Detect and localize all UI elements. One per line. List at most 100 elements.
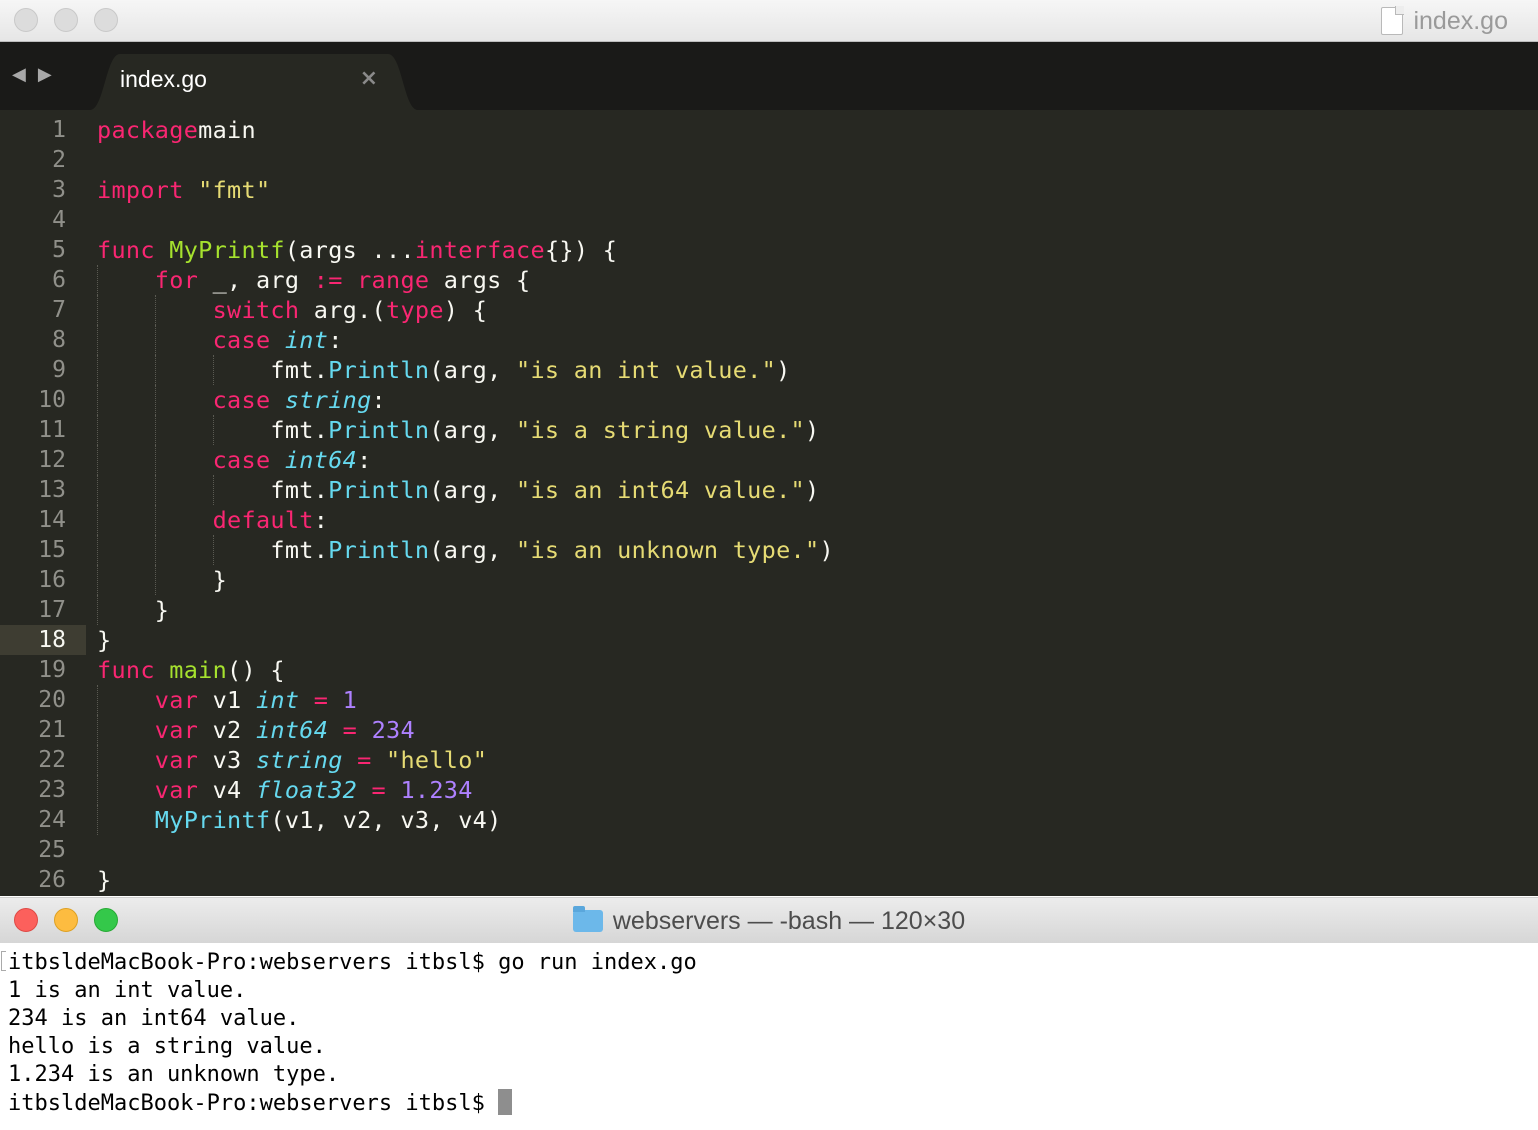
indent-guide — [97, 745, 98, 775]
code-token: (v1, v2, v3, v4) — [270, 806, 502, 834]
code-token: main — [198, 116, 256, 144]
indent-guide — [154, 445, 156, 475]
line-number[interactable]: 24 — [0, 805, 66, 835]
code-line[interactable]: } — [97, 625, 111, 655]
line-number[interactable]: 7 — [0, 295, 66, 325]
code-line[interactable]: } — [97, 565, 227, 595]
code-line[interactable]: case int: — [97, 325, 343, 355]
code-line[interactable]: var v4 float32 = 1.234 — [97, 775, 473, 805]
code-line[interactable]: fmt.Println(arg, "is a string value.") — [97, 415, 819, 445]
tab-close-icon[interactable]: × — [360, 66, 378, 91]
line-number[interactable]: 9 — [0, 355, 66, 385]
code-line[interactable]: MyPrintf(v1, v2, v3, v4) — [97, 805, 502, 835]
code-line[interactable]: func main() { — [97, 655, 285, 685]
code-token: arg.( — [299, 296, 386, 324]
code-token: var — [154, 716, 199, 744]
code-line[interactable]: var v3 string = "hello" — [97, 745, 487, 775]
indent-guide — [97, 565, 98, 595]
code-token: (arg, — [429, 416, 517, 444]
forward-arrow-icon[interactable]: ▶ — [38, 64, 52, 85]
code-line[interactable]: var v2 int64 = 234 — [97, 715, 415, 745]
code-line[interactable]: fmt.Println(arg, "is an unknown type.") — [97, 535, 834, 565]
code-token: (arg, — [429, 536, 517, 564]
line-number[interactable]: 18 — [0, 625, 66, 655]
code-line[interactable]: } — [97, 595, 169, 625]
line-number[interactable]: 14 — [0, 505, 66, 535]
code-token: interface — [414, 236, 545, 264]
back-arrow-icon[interactable]: ◀ — [12, 64, 26, 85]
code-line[interactable]: default: — [97, 505, 328, 535]
code-token: = — [313, 686, 329, 714]
tab-nav-arrows: ◀ ▶ — [12, 64, 52, 85]
code-token: func — [97, 656, 155, 684]
line-number[interactable]: 2 — [0, 145, 66, 175]
line-number[interactable]: 13 — [0, 475, 66, 505]
indent-guide — [97, 685, 98, 715]
line-number[interactable]: 6 — [0, 265, 66, 295]
line-number[interactable]: 16 — [0, 565, 66, 595]
code-line[interactable]: fmt.Println(arg, "is an int64 value.") — [97, 475, 819, 505]
line-number[interactable]: 4 — [0, 205, 66, 235]
indent-guide — [212, 475, 214, 505]
tab-index-go[interactable]: index.go × — [90, 54, 418, 110]
document-icon — [1381, 6, 1405, 35]
line-number[interactable]: 21 — [0, 715, 66, 745]
code-token: = — [357, 746, 372, 774]
line-number[interactable]: 12 — [0, 445, 66, 475]
code-line[interactable]: case string: — [97, 385, 386, 415]
line-number[interactable]: 23 — [0, 775, 66, 805]
line-number[interactable]: 3 — [0, 175, 66, 205]
indent-guide — [154, 325, 156, 355]
code-token: int — [255, 686, 300, 714]
code-token: Println — [328, 416, 430, 444]
code-line[interactable]: case int64: — [97, 445, 372, 475]
code-line[interactable]: func MyPrintf(args ...interface{}) { — [97, 235, 617, 265]
line-number[interactable]: 19 — [0, 655, 66, 685]
code-line[interactable]: var v1 int = 1 — [97, 685, 357, 715]
line-number[interactable]: 1 — [0, 115, 66, 145]
indent-guide — [97, 775, 98, 805]
line-number[interactable]: 10 — [0, 385, 66, 415]
line-number[interactable]: 15 — [0, 535, 66, 565]
code-editor[interactable]: 1 2 3 4 5 6 7 8 9 10 11 12 13 14 15 16 17 18 19 20 21 22 23 24 2… — [0, 110, 1538, 896]
line-number[interactable]: 11 — [0, 415, 66, 445]
code-line[interactable]: import "fmt" — [97, 175, 270, 205]
code-line[interactable]: for _, arg := range args { — [97, 265, 531, 295]
line-number[interactable]: 25 — [0, 835, 66, 865]
indent-guide — [97, 295, 98, 325]
code-line[interactable]: packagemain — [97, 115, 256, 145]
line-number[interactable]: 17 — [0, 595, 66, 625]
close-window-button[interactable] — [14, 8, 38, 32]
line-number[interactable]: 5 — [0, 235, 66, 265]
zoom-window-button[interactable] — [94, 8, 118, 32]
minimize-window-button[interactable] — [54, 8, 78, 32]
code-line[interactable]: fmt.Println(arg, "is an int value.") — [97, 355, 791, 385]
code-token: Println — [328, 476, 430, 504]
code-token: main — [169, 656, 228, 684]
code-token: : — [328, 326, 343, 354]
indent-guide — [212, 415, 214, 445]
line-number[interactable]: 8 — [0, 325, 66, 355]
indent-guide — [97, 475, 98, 505]
line-number[interactable]: 22 — [0, 745, 66, 775]
code-token: int64 — [284, 446, 358, 474]
code-token: (args ... — [284, 236, 415, 264]
code-line[interactable]: } — [97, 865, 111, 895]
code-token: "is an int value." — [516, 356, 777, 384]
indent-guide — [97, 595, 98, 625]
terminal-line: 1 is an int value. — [8, 978, 247, 1003]
code-token: ) — [804, 416, 820, 444]
line-number[interactable]: 20 — [0, 685, 66, 715]
folder-icon — [572, 906, 603, 932]
code-token: default — [212, 506, 314, 534]
code-token: for — [154, 266, 199, 294]
terminal-output[interactable]: itbsldeMacBook-Pro:webservers itbsl$ go … — [0, 943, 1538, 1130]
code-token: "is an int64 value." — [516, 476, 805, 504]
code-token: "fmt" — [198, 176, 271, 204]
line-number[interactable]: 26 — [0, 865, 66, 895]
